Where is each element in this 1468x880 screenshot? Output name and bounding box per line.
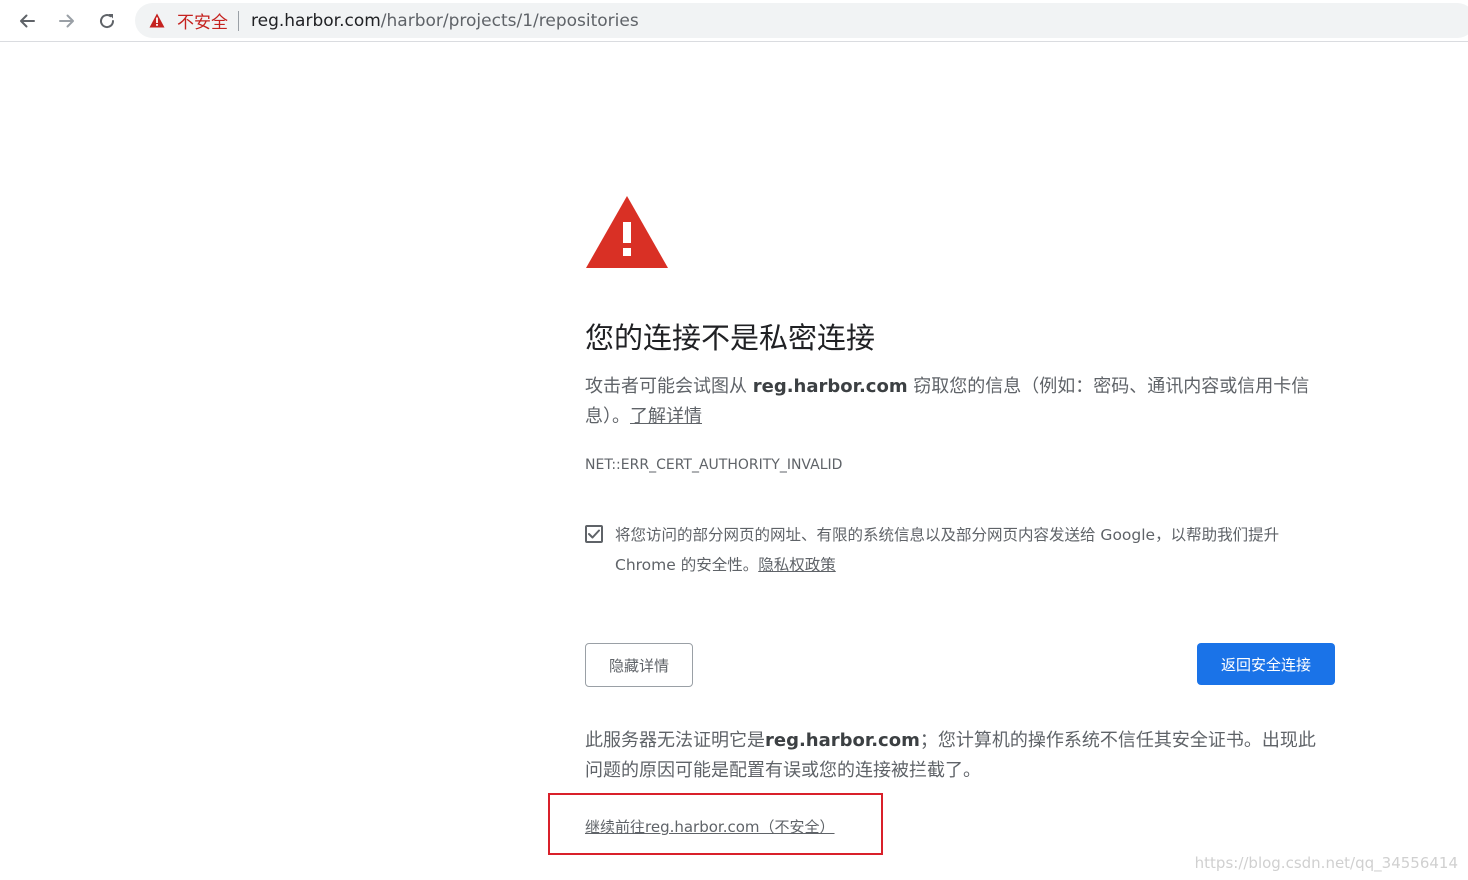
optin-checkbox[interactable] [585,525,603,543]
warning-triangle-icon[interactable] [149,13,167,29]
details-paragraph: 此服务器无法证明它是reg.harbor.com；您计算机的操作系统不信任其安全… [585,726,1330,786]
forward-button[interactable] [53,8,81,34]
privacy-policy-link[interactable]: 隐私权政策 [758,556,836,574]
error-code: NET::ERR_CERT_AUTHORITY_INVALID [585,457,843,473]
optin-label: 将您访问的部分网页的网址、有限的系统信息以及部分网页内容发送给 Google，以… [615,520,1325,580]
warning-triangle-icon [586,196,668,268]
back-button[interactable] [13,8,41,34]
checkmark-icon [588,529,600,539]
watermark: https://blog.csdn.net/qq_34556414 [1194,854,1458,872]
page-title: 您的连接不是私密连接 [585,321,876,355]
explanation-prefix: 攻击者可能会试图从 [585,376,753,397]
back-to-safety-button[interactable]: 返回安全连接 [1197,643,1335,685]
address-bar[interactable]: 不安全 reg.harbor.com /harbor/projects/1/re… [135,3,1468,38]
forward-arrow-icon [59,14,74,28]
browser-toolbar: 不安全 reg.harbor.com /harbor/projects/1/re… [0,0,1468,42]
proceed-unsafe-link[interactable]: 继续前往reg.harbor.com（不安全） [585,816,835,837]
reload-button[interactable] [93,8,121,34]
details-prefix: 此服务器无法证明它是 [585,730,765,751]
reload-icon [100,14,115,29]
url-host[interactable]: reg.harbor.com [251,11,381,31]
omnibox-divider [238,10,239,31]
optin-text: 将您访问的部分网页的网址、有限的系统信息以及部分网页内容发送给 Google，以… [615,526,1280,574]
hide-details-button[interactable]: 隐藏详情 [585,643,693,687]
security-status-label[interactable]: 不安全 [177,8,228,33]
details-host: reg.harbor.com [765,730,920,751]
explanation-paragraph: 攻击者可能会试图从 reg.harbor.com 窃取您的信息（例如：密码、通讯… [585,372,1325,432]
back-arrow-icon [20,14,35,28]
learn-more-link[interactable]: 了解详情 [630,406,702,427]
url-path[interactable]: /harbor/projects/1/repositories [381,11,639,31]
explanation-host: reg.harbor.com [752,376,908,397]
